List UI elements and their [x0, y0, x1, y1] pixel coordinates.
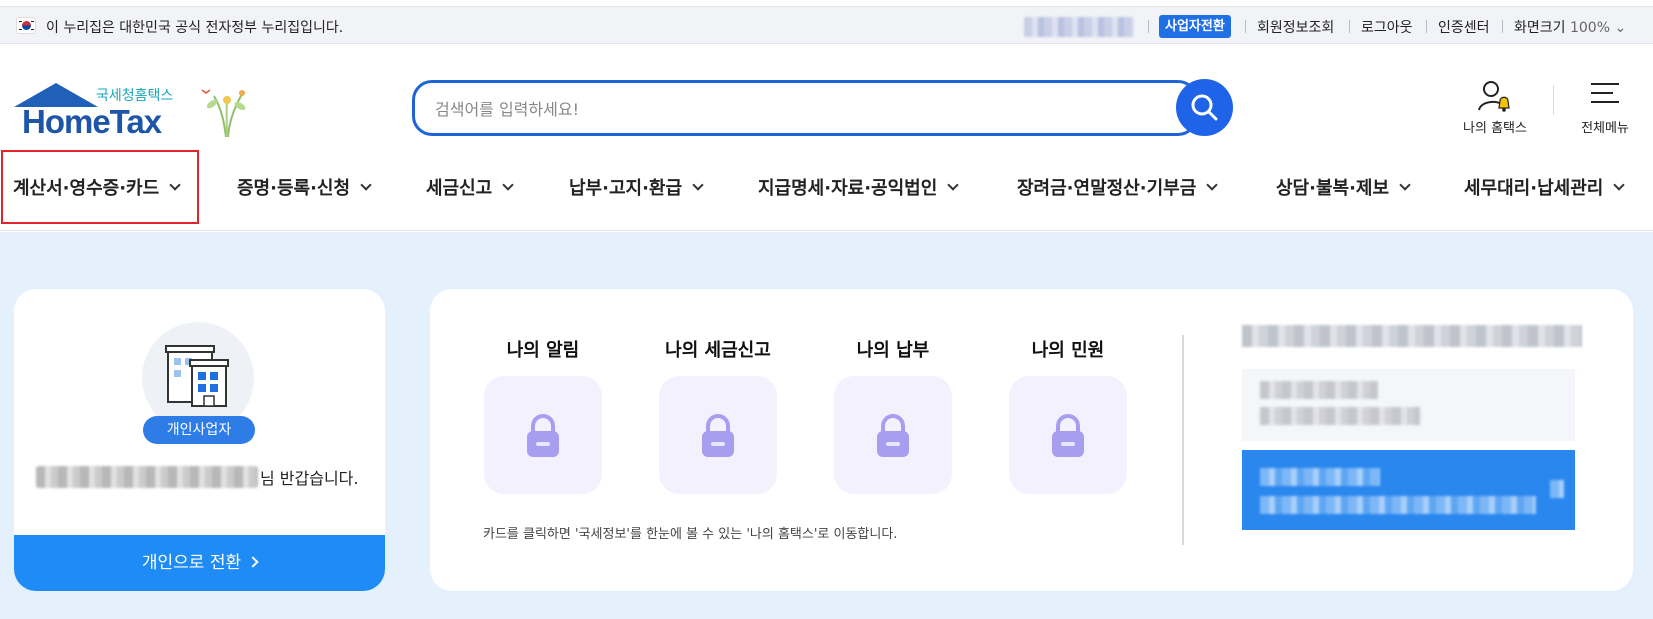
search-box	[412, 80, 1198, 136]
nav-item-tax-filing[interactable]: 세금신고	[426, 172, 514, 202]
logo-korean-text: 국세청홈택스	[96, 88, 174, 104]
user-bell-icon	[1478, 81, 1510, 112]
search-input[interactable]	[435, 96, 1095, 122]
tile-title-my-alerts: 나의 알림	[506, 340, 580, 361]
zoom-control[interactable]: 화면크기 100% ⌄	[1514, 17, 1626, 37]
chevron-down-icon	[692, 178, 704, 191]
chevron-right-icon	[247, 556, 259, 568]
leaf-decoration-icon	[201, 89, 246, 138]
tile-my-tax-filing[interactable]	[659, 376, 777, 494]
tile-title-my-civil-petition: 나의 민원	[1031, 340, 1105, 361]
nav-item-label: 세무대리·납세관리	[1464, 178, 1604, 199]
zoom-value: 100%	[1569, 20, 1611, 36]
nav-item-incentive-yearend[interactable]: 장려금·연말정산·기부금	[1017, 172, 1218, 202]
member-info-link[interactable]: 회원정보조회	[1257, 17, 1334, 37]
redacted-action-box[interactable]	[1242, 450, 1575, 530]
search-icon	[1191, 94, 1218, 121]
dashboard-card: 나의 알림 나의 세금신고 나의 납부 나의 민원 카드를 클릭하면 '국세정보…	[430, 289, 1633, 591]
divider	[1245, 20, 1246, 33]
dashboard-note: 카드를 클릭하면 '국세정보'를 한눈에 볼 수 있는 '나의 홈택스'로 이동…	[483, 527, 898, 542]
nav-item-label: 세금신고	[426, 178, 493, 199]
logout-link[interactable]: 로그아웃	[1361, 17, 1413, 37]
gov-notice-bar: 이 누리집은 대한민국 공식 전자정부 누리집입니다. 사업자전환 회원정보조회…	[0, 6, 1653, 44]
korea-flag-icon	[16, 17, 36, 34]
nav-item-certificate-registration[interactable]: 증명·등록·신청	[237, 172, 372, 202]
my-hometax-label: 나의 홈택스	[1463, 121, 1527, 136]
gov-notice-text: 이 누리집은 대한민국 공식 전자정부 누리집입니다.	[46, 20, 344, 36]
zoom-label: 화면크기	[1514, 20, 1566, 36]
divider	[1426, 20, 1427, 33]
tile-my-civil-petition[interactable]	[1009, 376, 1127, 494]
divider	[1182, 335, 1184, 545]
tile-title-my-tax-filing: 나의 세금신고	[665, 340, 771, 361]
chevron-down-icon: ⌄	[1614, 20, 1627, 36]
switch-to-personal-label: 개인으로 전환	[141, 553, 242, 573]
greeting: 님 반갑습니다.	[36, 465, 359, 489]
cert-center-link[interactable]: 인증센터	[1438, 17, 1490, 37]
business-switch-button[interactable]: 사업자전환	[1159, 15, 1231, 38]
chevron-down-icon	[502, 178, 514, 191]
nav-item-label: 납부·고지·환급	[569, 178, 683, 199]
greeting-text: 님 반갑습니다.	[260, 469, 359, 488]
nav-item-tax-agent[interactable]: 세무대리·납세관리	[1464, 172, 1625, 202]
nav-item-label: 증명·등록·신청	[237, 178, 351, 199]
chevron-down-icon	[1206, 178, 1218, 191]
nav-item-label: 상담·불복·제보	[1276, 178, 1390, 199]
chevron-down-icon	[947, 178, 959, 191]
logo-english-text: HomeTax	[22, 103, 162, 140]
tile-my-payment[interactable]	[834, 376, 952, 494]
search-button[interactable]	[1176, 79, 1233, 136]
status-badge: 개인사업자	[143, 416, 255, 444]
chevron-down-icon	[360, 178, 372, 191]
user-name-redacted	[36, 466, 258, 488]
nav-item-payment-statement[interactable]: 지급명세·자료·공익법인	[758, 172, 959, 202]
main-nav: 계산서·영수증·카드 증명·등록·신청 세금신고 납부·고지·환급 지급명세·자…	[0, 150, 1653, 231]
chevron-down-icon	[1613, 178, 1625, 191]
divider	[1502, 20, 1503, 33]
nav-item-consult-appeal[interactable]: 상담·불복·제보	[1276, 172, 1411, 202]
switch-to-personal-button[interactable]: 개인으로 전환	[14, 535, 385, 591]
hometax-logo[interactable]: 국세청홈택스 HomeTax	[14, 80, 254, 140]
nav-item-label: 장려금·연말정산·기부금	[1017, 178, 1197, 199]
divider	[1349, 20, 1350, 33]
nav-highlight-box	[1, 150, 199, 224]
tile-title-my-payment: 나의 납부	[856, 340, 930, 361]
redacted-title	[1242, 325, 1582, 347]
profile-card: 개인사업자 님 반갑습니다. 개인으로 전환	[14, 289, 385, 591]
nav-item-payment-refund[interactable]: 납부·고지·환급	[569, 172, 704, 202]
tile-my-alerts[interactable]	[484, 376, 602, 494]
my-hometax-button[interactable]: 나의 홈택스	[1450, 78, 1540, 138]
user-name-redacted	[1024, 17, 1134, 37]
divider	[1148, 20, 1149, 33]
redacted-info-box[interactable]	[1242, 369, 1575, 441]
all-menu-button[interactable]: 전체메뉴	[1570, 78, 1640, 138]
all-menu-label: 전체메뉴	[1581, 121, 1629, 136]
divider	[1553, 85, 1554, 115]
chevron-down-icon	[1399, 178, 1411, 191]
nav-item-label: 지급명세·자료·공익법인	[758, 178, 938, 199]
